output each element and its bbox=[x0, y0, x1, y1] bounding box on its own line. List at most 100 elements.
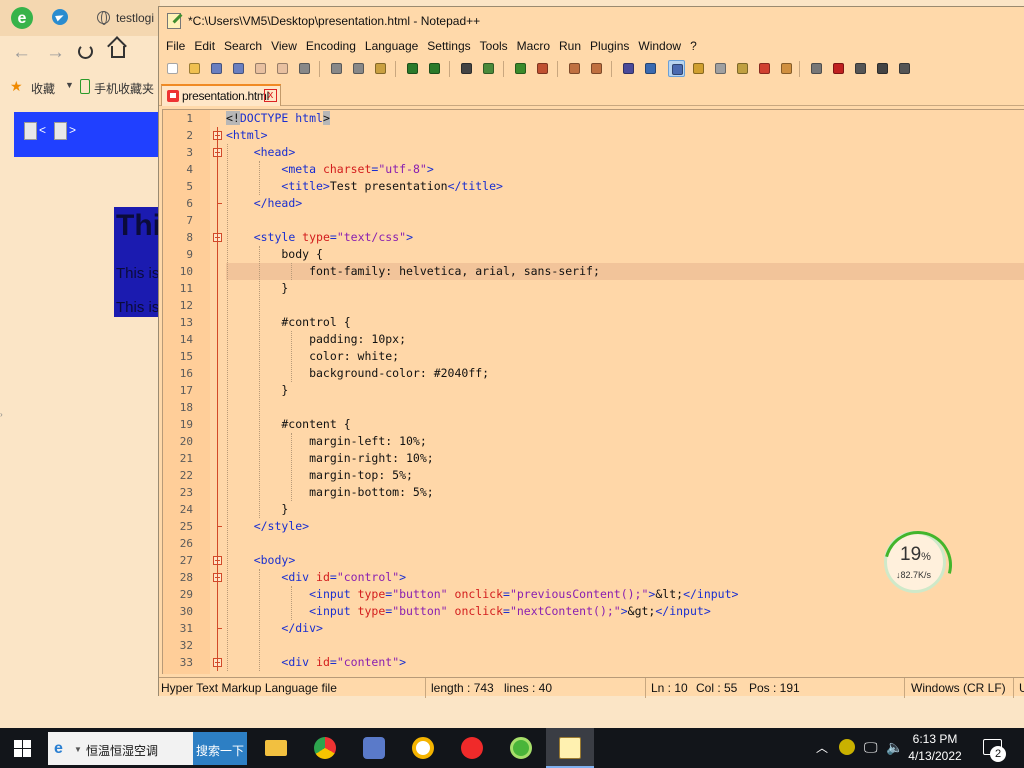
new-file-icon[interactable] bbox=[164, 60, 181, 77]
code-line[interactable]: color: white; bbox=[226, 348, 1024, 365]
code-line[interactable] bbox=[226, 399, 1024, 416]
replace-icon[interactable] bbox=[480, 60, 497, 77]
home-icon[interactable] bbox=[111, 46, 125, 58]
windows-start-icon[interactable] bbox=[14, 740, 31, 757]
code-line[interactable]: #control { bbox=[226, 314, 1024, 331]
menu-search[interactable]: Search bbox=[224, 37, 269, 57]
menu-language[interactable]: Language bbox=[365, 37, 425, 57]
browser-tab-title[interactable]: testlogi bbox=[116, 11, 154, 25]
code-line[interactable]: <input type="button" onclick="nextConten… bbox=[226, 603, 1024, 620]
code-line[interactable]: #content { bbox=[226, 416, 1024, 433]
volume-icon[interactable]: 🔈 bbox=[886, 739, 903, 756]
save-icon[interactable] bbox=[208, 60, 225, 77]
code-line[interactable]: background-color: #2040ff; bbox=[226, 365, 1024, 382]
code-line[interactable]: </head> bbox=[226, 195, 1024, 212]
stop-macro-icon[interactable] bbox=[830, 60, 847, 77]
monitor-icon[interactable] bbox=[778, 60, 795, 77]
menu-tools[interactable]: Tools bbox=[480, 37, 515, 57]
close-tab-icon[interactable]: x bbox=[264, 89, 277, 102]
print-icon[interactable] bbox=[296, 60, 313, 77]
code-line[interactable]: <html> bbox=[226, 127, 1024, 144]
cut-icon[interactable] bbox=[328, 60, 345, 77]
code-line[interactable]: <!DOCTYPE html> bbox=[226, 110, 1024, 127]
code-line[interactable]: } bbox=[226, 382, 1024, 399]
code-line[interactable]: <head> bbox=[226, 144, 1024, 161]
zoom-out-icon[interactable] bbox=[534, 60, 551, 77]
chevron-down-icon[interactable]: ▼ bbox=[74, 745, 82, 754]
menu-edit[interactable]: Edit bbox=[194, 37, 222, 57]
code-line[interactable]: <div id="content"> bbox=[226, 654, 1024, 671]
code-line[interactable]: } bbox=[226, 501, 1024, 518]
save-macro-icon[interactable] bbox=[896, 60, 913, 77]
code-line[interactable]: body { bbox=[226, 246, 1024, 263]
yandex-browser-icon[interactable] bbox=[399, 728, 447, 768]
code-line[interactable]: margin-bottom: 5%; bbox=[226, 484, 1024, 501]
notepad-plus-plus-taskbar-icon[interactable] bbox=[546, 728, 594, 768]
paste-icon[interactable] bbox=[372, 60, 389, 77]
code-line[interactable]: </div> bbox=[226, 620, 1024, 637]
menu-file[interactable]: File bbox=[166, 37, 192, 57]
search-button[interactable]: 搜索一下 bbox=[193, 732, 247, 765]
back-arrow-icon[interactable]: ← bbox=[12, 42, 31, 64]
code-line[interactable] bbox=[226, 212, 1024, 229]
chevron-down-icon[interactable]: ▼ bbox=[65, 80, 74, 90]
redo-icon[interactable] bbox=[426, 60, 443, 77]
refresh-icon[interactable] bbox=[78, 44, 93, 59]
menu-help[interactable]: ? bbox=[690, 37, 704, 57]
code-line[interactable]: <meta charset="utf-8"> bbox=[226, 161, 1024, 178]
menu-run[interactable]: Run bbox=[559, 37, 588, 57]
sync-vertical-icon[interactable] bbox=[566, 60, 583, 77]
favorites-label[interactable]: 收藏 bbox=[31, 80, 55, 97]
code-line[interactable]: padding: 10px; bbox=[226, 331, 1024, 348]
find-icon[interactable] bbox=[458, 60, 475, 77]
zoom-in-icon[interactable] bbox=[512, 60, 529, 77]
prev-button[interactable]: < bbox=[24, 122, 46, 140]
taskbar-search-box[interactable]: e ▼ 恒温恒湿空调 bbox=[48, 732, 193, 765]
code-line[interactable]: } bbox=[226, 280, 1024, 297]
chrome-icon[interactable] bbox=[301, 728, 349, 768]
run-macro-multiple-icon[interactable] bbox=[874, 60, 891, 77]
code-line[interactable] bbox=[226, 637, 1024, 654]
close-icon[interactable] bbox=[252, 60, 269, 77]
file-explorer-icon[interactable] bbox=[252, 728, 300, 768]
yandex-icon[interactable] bbox=[448, 728, 496, 768]
360-browser-icon[interactable] bbox=[497, 728, 545, 768]
copy-icon[interactable] bbox=[350, 60, 367, 77]
network-icon[interactable]: 🖵 bbox=[864, 739, 878, 756]
menu-window[interactable]: Window bbox=[638, 37, 688, 57]
status-encoding[interactable]: U bbox=[1019, 681, 1024, 695]
menu-settings[interactable]: Settings bbox=[427, 37, 477, 57]
ie-browser-logo-icon[interactable]: e bbox=[10, 6, 34, 30]
close-all-icon[interactable] bbox=[274, 60, 291, 77]
search-input[interactable]: 恒温恒湿空调 bbox=[86, 742, 158, 759]
open-file-icon[interactable] bbox=[186, 60, 203, 77]
next-button[interactable]: > bbox=[54, 122, 76, 140]
folder-workspace-icon[interactable] bbox=[756, 60, 773, 77]
chevron-up-icon[interactable]: ︿ bbox=[816, 739, 828, 756]
forward-arrow-icon[interactable]: → bbox=[46, 42, 65, 64]
udl-icon[interactable] bbox=[690, 60, 707, 77]
word-wrap-icon[interactable] bbox=[620, 60, 637, 77]
telegram-icon[interactable] bbox=[52, 9, 68, 25]
record-macro-icon[interactable] bbox=[808, 60, 825, 77]
menu-view[interactable]: View bbox=[271, 37, 304, 57]
mobile-favorites-label[interactable]: 手机收藏夹 bbox=[94, 80, 154, 97]
star-icon[interactable]: ★ bbox=[10, 78, 23, 95]
play-macro-icon[interactable] bbox=[852, 60, 869, 77]
clock[interactable]: 6:13 PM 4/13/2022 bbox=[905, 731, 965, 765]
code-line[interactable]: <style type="text/css"> bbox=[226, 229, 1024, 246]
doc-map-icon[interactable] bbox=[712, 60, 729, 77]
menu-macro[interactable]: Macro bbox=[517, 37, 557, 57]
code-line[interactable]: font-family: helvetica, arial, sans-seri… bbox=[226, 263, 1024, 280]
network-speed-widget[interactable]: 19% ↓82.7K/s bbox=[884, 531, 946, 593]
function-list-icon[interactable] bbox=[734, 60, 751, 77]
app-icon[interactable] bbox=[350, 728, 398, 768]
menu-encoding[interactable]: Encoding bbox=[306, 37, 363, 57]
tray-app-icon[interactable] bbox=[839, 739, 855, 755]
code-line[interactable]: margin-left: 10%; bbox=[226, 433, 1024, 450]
code-line[interactable] bbox=[226, 297, 1024, 314]
code-line[interactable]: <title>Test presentation</title> bbox=[226, 178, 1024, 195]
save-all-icon[interactable] bbox=[230, 60, 247, 77]
status-eol[interactable]: Windows (CR LF) bbox=[911, 681, 1006, 695]
code-line[interactable]: margin-right: 10%; bbox=[226, 450, 1024, 467]
